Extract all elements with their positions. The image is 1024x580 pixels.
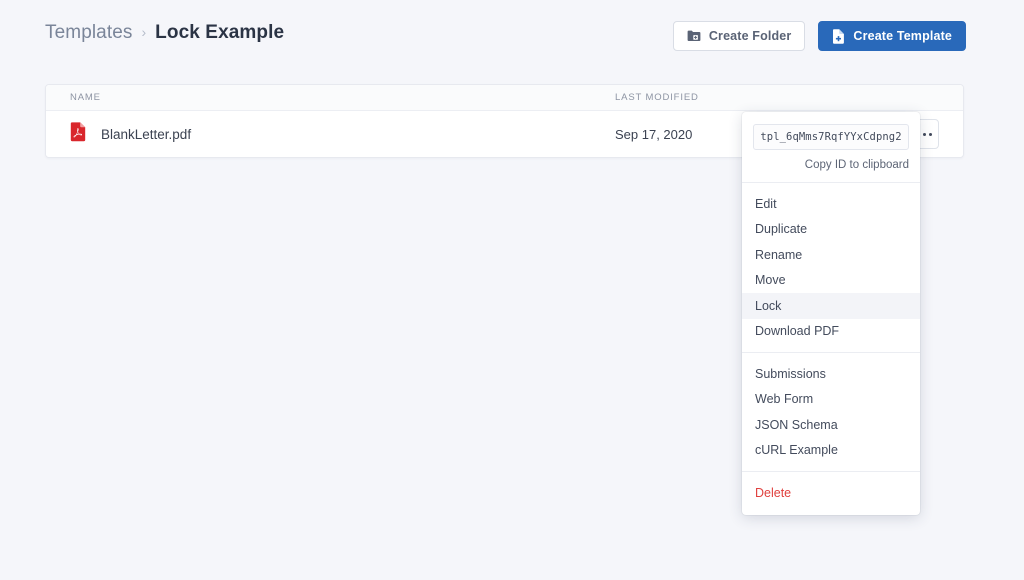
menu-item-submissions[interactable]: Submissions bbox=[742, 361, 920, 387]
table-header-row: NAME LAST MODIFIED bbox=[46, 85, 963, 111]
menu-item-edit[interactable]: Edit bbox=[742, 191, 920, 217]
menu-item-delete[interactable]: Delete bbox=[742, 480, 920, 506]
cell-name: BlankLetter.pdf bbox=[70, 121, 615, 147]
breadcrumb: Templates › Lock Example bbox=[45, 22, 284, 44]
create-folder-button[interactable]: Create Folder bbox=[672, 21, 806, 51]
menu-item-rename[interactable]: Rename bbox=[742, 242, 920, 268]
column-header-name: NAME bbox=[70, 92, 101, 103]
pdf-file-icon bbox=[70, 121, 86, 147]
folder-plus-icon bbox=[687, 30, 701, 42]
kebab-dot bbox=[928, 132, 932, 136]
file-plus-icon bbox=[832, 28, 845, 44]
menu-item-web-form[interactable]: Web Form bbox=[742, 387, 920, 413]
menu-group-primary: Edit Duplicate Rename Move Lock Download… bbox=[742, 183, 920, 352]
menu-item-json-schema[interactable]: JSON Schema bbox=[742, 412, 920, 438]
breadcrumb-link-templates[interactable]: Templates bbox=[45, 22, 133, 44]
menu-item-move[interactable]: Move bbox=[742, 268, 920, 294]
page-header: Templates › Lock Example Create Folder C… bbox=[0, 0, 1024, 72]
menu-group-destructive: Delete bbox=[742, 472, 920, 515]
breadcrumb-separator-icon: › bbox=[141, 24, 147, 40]
menu-item-duplicate[interactable]: Duplicate bbox=[742, 217, 920, 243]
menu-item-download-pdf[interactable]: Download PDF bbox=[742, 319, 920, 345]
template-id-block bbox=[742, 112, 920, 150]
menu-item-lock[interactable]: Lock bbox=[742, 293, 920, 319]
row-context-menu: Copy ID to clipboard Edit Duplicate Rena… bbox=[742, 112, 920, 515]
page-title: Lock Example bbox=[155, 22, 285, 43]
menu-item-curl-example[interactable]: cURL Example bbox=[742, 438, 920, 464]
create-template-button[interactable]: Create Template bbox=[818, 21, 966, 51]
template-id-input[interactable] bbox=[753, 124, 909, 150]
kebab-dot bbox=[922, 132, 926, 136]
menu-group-developer: Submissions Web Form JSON Schema cURL Ex… bbox=[742, 353, 920, 471]
column-header-last-modified: LAST MODIFIED bbox=[615, 92, 699, 103]
create-folder-label: Create Folder bbox=[708, 29, 792, 43]
copy-id-to-clipboard-button[interactable]: Copy ID to clipboard bbox=[742, 150, 920, 182]
header-actions: Create Folder Create Template bbox=[672, 21, 966, 51]
file-name-label[interactable]: BlankLetter.pdf bbox=[101, 127, 191, 142]
create-template-label: Create Template bbox=[853, 29, 952, 43]
app-page: Templates › Lock Example Create Folder C… bbox=[0, 0, 1024, 580]
